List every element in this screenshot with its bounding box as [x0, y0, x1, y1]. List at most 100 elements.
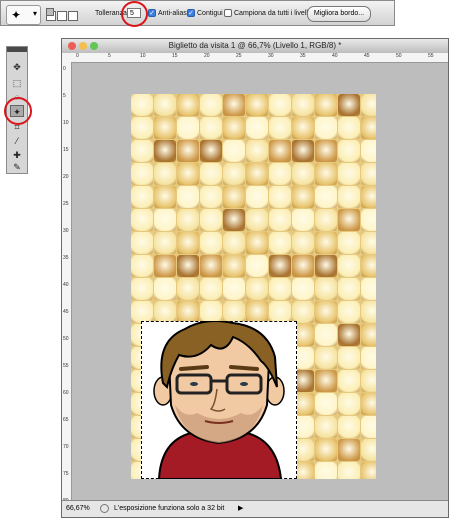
- options-bar: ✦ ▾ Tolleranza: 5 ✓ Anti-alias ✓ Contigu…: [0, 0, 395, 26]
- brush-icon[interactable]: ✎: [10, 161, 24, 173]
- texture-tile: [154, 232, 176, 254]
- contigui-label: Contigui: [197, 10, 223, 17]
- intersect-selection-mode-button[interactable]: [68, 11, 78, 21]
- texture-tile: [338, 255, 360, 277]
- texture-tile: [177, 117, 199, 139]
- texture-tile: [154, 278, 176, 300]
- refine-edge-button[interactable]: Migliora bordo...: [307, 6, 371, 22]
- texture-tile: [200, 278, 222, 300]
- texture-tile: [361, 324, 376, 346]
- texture-tile: [315, 209, 337, 231]
- sample-all-layers-label: Campiona da tutti i livelli: [234, 10, 310, 17]
- ruler-v-label: 0: [63, 66, 66, 72]
- texture-tile: [223, 140, 245, 162]
- texture-tile: [315, 140, 337, 162]
- texture-tile: [223, 301, 245, 323]
- texture-tile: [338, 140, 360, 162]
- texture-tile: [338, 163, 360, 185]
- ruler-v-label: 40: [63, 282, 69, 288]
- texture-tile: [269, 117, 291, 139]
- toolbox-header: [7, 47, 27, 52]
- texture-tile: [246, 209, 268, 231]
- antialias-label: Anti-alias: [158, 10, 187, 17]
- texture-tile: [269, 255, 291, 277]
- chevron-down-icon: ▾: [32, 9, 37, 18]
- ruler-h-label: 50: [396, 53, 402, 59]
- texture-tile: [292, 186, 314, 208]
- ruler-v-label: 30: [63, 228, 69, 234]
- texture-tile: [361, 393, 376, 415]
- selection-modes: [46, 8, 79, 26]
- texture-tile: [361, 301, 376, 323]
- texture-tile: [131, 301, 153, 323]
- texture-tile: [246, 163, 268, 185]
- texture-tile: [292, 117, 314, 139]
- texture-tile: [154, 255, 176, 277]
- document-window: Biglietto da visita 1 @ 66,7% (Livello 1…: [61, 38, 449, 518]
- subtract-selection-mode-button[interactable]: [57, 11, 67, 21]
- texture-tile: [361, 278, 376, 300]
- texture-tile: [131, 163, 153, 185]
- texture-tile: [131, 94, 153, 116]
- status-arrow-icon[interactable]: ▶: [238, 501, 243, 517]
- sample-all-layers-checkbox[interactable]: [224, 9, 232, 17]
- texture-tile: [315, 370, 337, 392]
- eyedropper-icon[interactable]: ⁄: [10, 135, 24, 147]
- ruler-h-label: 55: [428, 53, 434, 59]
- texture-tile: [177, 232, 199, 254]
- texture-tile: [292, 209, 314, 231]
- texture-tile: [246, 117, 268, 139]
- texture-tile: [154, 117, 176, 139]
- healing-icon[interactable]: ✚: [10, 149, 24, 161]
- texture-tile: [131, 232, 153, 254]
- texture-tile: [177, 209, 199, 231]
- magic-wand-highlight-circle: [4, 97, 32, 125]
- horizontal-ruler[interactable]: 0 5 10 15 20 25 30 35 40 45 50 55: [72, 53, 448, 63]
- texture-tile: [154, 140, 176, 162]
- ruler-h-label: 10: [140, 53, 146, 59]
- texture-tile: [177, 163, 199, 185]
- texture-tile: [361, 117, 376, 139]
- texture-tile: [269, 140, 291, 162]
- texture-tile: [269, 209, 291, 231]
- ruler-v-label: 60: [63, 390, 69, 396]
- ruler-v-label: 65: [63, 417, 69, 423]
- texture-tile: [292, 232, 314, 254]
- texture-tile: [131, 186, 153, 208]
- contigui-checkbox[interactable]: ✓: [187, 9, 195, 17]
- vertical-ruler[interactable]: 05101520253035404550556065707580: [62, 62, 72, 504]
- ruler-v-label: 10: [63, 120, 69, 126]
- ruler-h-label: 30: [268, 53, 274, 59]
- status-menu-icon[interactable]: [100, 504, 109, 513]
- texture-tile: [223, 117, 245, 139]
- move-icon[interactable]: ✥: [10, 61, 24, 73]
- texture-tile: [361, 370, 376, 392]
- texture-tile: [177, 278, 199, 300]
- new-selection-mode-button[interactable]: [46, 8, 54, 16]
- texture-tile: [361, 209, 376, 231]
- texture-tile: [338, 278, 360, 300]
- texture-tile: [131, 117, 153, 139]
- texture-tile: [315, 462, 337, 479]
- texture-tile: [315, 117, 337, 139]
- texture-tile: [338, 370, 360, 392]
- texture-tile: [315, 255, 337, 277]
- zoom-level[interactable]: 66,67%: [66, 501, 90, 517]
- texture-tile: [200, 117, 222, 139]
- marquee-icon[interactable]: ⬚: [10, 77, 24, 89]
- texture-tile: [200, 163, 222, 185]
- antialias-checkbox[interactable]: ✓: [148, 9, 156, 17]
- texture-tile: [361, 255, 376, 277]
- texture-tile: [154, 163, 176, 185]
- document-titlebar: Biglietto da visita 1 @ 66,7% (Livello 1…: [62, 39, 448, 54]
- texture-tile: [200, 255, 222, 277]
- texture-tile: [269, 232, 291, 254]
- texture-tile: [154, 186, 176, 208]
- texture-tile: [315, 416, 337, 438]
- texture-tile: [200, 140, 222, 162]
- texture-tile: [361, 347, 376, 369]
- texture-tile: [338, 462, 360, 479]
- texture-tile: [131, 140, 153, 162]
- texture-tile: [361, 94, 376, 116]
- tool-preset-picker[interactable]: ✦ ▾: [6, 5, 41, 25]
